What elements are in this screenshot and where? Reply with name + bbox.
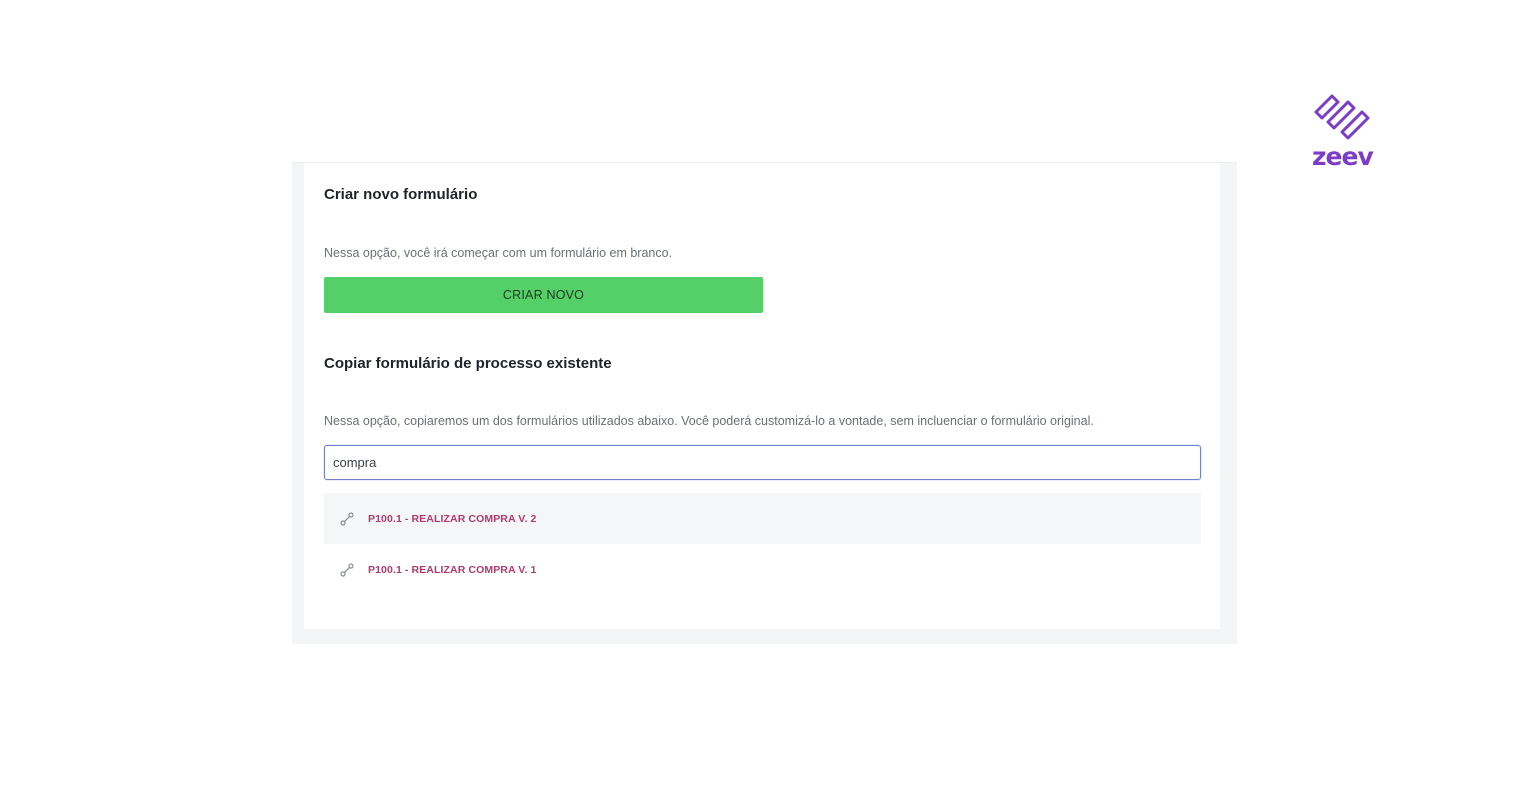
page: Criar novo formulário Nessa opção, você …: [0, 0, 1529, 800]
create-new-button[interactable]: CRIAR NOVO: [324, 277, 763, 313]
copy-section-description: Nessa opção, copiaremos um dos formulári…: [324, 414, 1094, 428]
brand-name: zeev: [1312, 142, 1374, 171]
result-item[interactable]: P100.1 - REALIZAR COMPRA V. 2: [324, 493, 1201, 544]
copy-section-title: Copiar formulário de processo existente: [324, 355, 612, 372]
result-label: P100.1 - REALIZAR COMPRA V. 2: [368, 512, 537, 525]
result-label: P100.1 - REALIZAR COMPRA V. 1: [368, 563, 537, 576]
process-flow-icon: [340, 562, 354, 577]
create-section-description: Nessa opção, você irá começar com um for…: [324, 246, 673, 260]
process-search-input[interactable]: [324, 445, 1201, 480]
form-selection-panel: Criar novo formulário Nessa opção, você …: [292, 162, 1237, 644]
form-selection-card: Criar novo formulário Nessa opção, você …: [304, 163, 1220, 629]
search-results-list: P100.1 - REALIZAR COMPRA V. 2 P100.1 - R…: [324, 493, 1201, 595]
zeev-logo: zeev: [1308, 90, 1380, 172]
result-item[interactable]: P100.1 - REALIZAR COMPRA V. 1: [324, 544, 1201, 595]
zeev-logo-mark: [1314, 94, 1370, 140]
create-section-title: Criar novo formulário: [324, 186, 478, 203]
process-flow-icon: [340, 511, 354, 526]
